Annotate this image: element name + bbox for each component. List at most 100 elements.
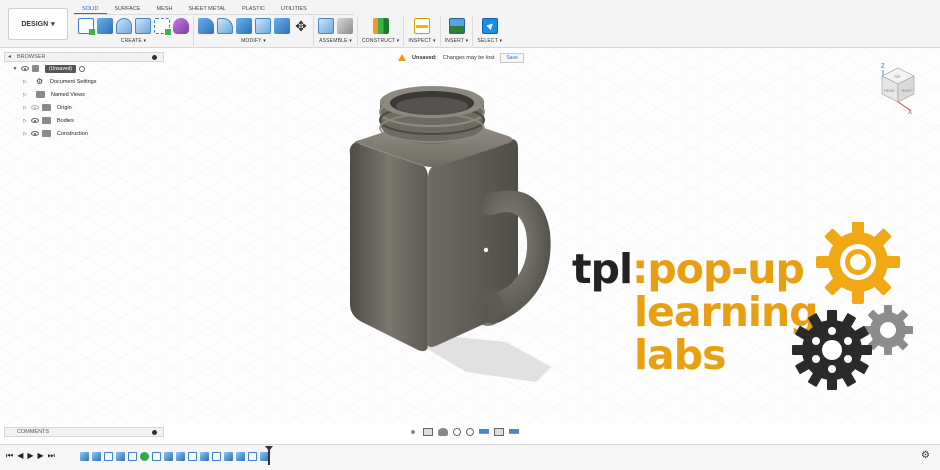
group-label-select[interactable]: SELECT ▾	[477, 38, 502, 44]
viewcube[interactable]: Z TOP FRONT RIGHT X	[874, 60, 922, 115]
visibility-eye-icon[interactable]	[31, 105, 39, 110]
rectangular-pattern-icon[interactable]	[154, 18, 171, 35]
group-label-modify[interactable]: MODIFY ▾	[241, 38, 266, 44]
browser-panel: ◂ BROWSER ▼ (Unsaved) ▷ ⚙ Document Setti…	[4, 52, 164, 144]
viewports-icon[interactable]	[509, 427, 519, 436]
group-select: SELECT ▾	[473, 16, 506, 46]
tab-utilities[interactable]: UTILITIES	[273, 4, 315, 14]
expand-right-icon[interactable]: ▷	[22, 92, 28, 98]
timeline-feature[interactable]	[200, 452, 209, 461]
timeline-feature[interactable]	[104, 452, 113, 461]
tpl-line1: pop-up	[647, 245, 804, 293]
expand-right-icon[interactable]: ▷	[22, 118, 28, 124]
shell-icon[interactable]	[255, 18, 271, 34]
activate-radio-icon[interactable]	[79, 65, 86, 72]
press-pull-icon[interactable]	[198, 18, 214, 34]
tpl-prefix: tpl	[572, 245, 633, 293]
extrude-icon[interactable]	[97, 18, 113, 34]
browser-header[interactable]: ◂ BROWSER	[4, 52, 164, 62]
tree-item-origin[interactable]: ▷ Origin	[4, 101, 164, 114]
timeline-feature[interactable]	[140, 452, 149, 461]
timeline-features	[80, 452, 269, 461]
visibility-eye-icon[interactable]	[31, 118, 39, 123]
revolve-icon[interactable]	[116, 18, 132, 34]
timeline-feature[interactable]	[224, 452, 233, 461]
group-inspect: INSPECT ▾	[404, 16, 441, 46]
timeline-feature[interactable]	[116, 452, 125, 461]
notice-message: Changes may be lost	[442, 54, 495, 61]
timeline-settings-gear-icon[interactable]: ⚙	[921, 450, 930, 461]
visibility-eye-icon[interactable]	[31, 131, 39, 136]
grid-settings-icon[interactable]	[494, 427, 504, 436]
expand-down-icon[interactable]: ▼	[12, 66, 18, 72]
timeline-feature[interactable]	[248, 452, 257, 461]
insert-image-icon[interactable]	[448, 18, 465, 34]
timeline-feature[interactable]	[164, 452, 173, 461]
viewcube-right-label: RIGHT	[902, 89, 912, 93]
tree-item-named-views[interactable]: ▷ Named Views	[4, 88, 164, 101]
workspace-switcher[interactable]: DESIGN ▾	[8, 8, 68, 40]
mug-3d-model[interactable]	[336, 82, 566, 392]
timeline-feature[interactable]	[80, 452, 89, 461]
timeline-feature[interactable]	[92, 452, 101, 461]
hole-icon[interactable]	[135, 18, 151, 34]
tree-item-bodies[interactable]: ▷ Bodies	[4, 114, 164, 127]
joint-icon[interactable]	[337, 18, 353, 34]
panel-options-icon[interactable]	[152, 430, 157, 435]
tree-item-document[interactable]: ▼ (Unsaved)	[4, 62, 164, 75]
look-at-icon[interactable]	[423, 427, 433, 436]
group-label-inspect[interactable]: INSPECT ▾	[408, 38, 435, 44]
expand-right-icon[interactable]: ▷	[22, 131, 28, 137]
offset-plane-icon[interactable]	[372, 18, 389, 34]
tab-solid[interactable]: SOLID	[74, 4, 107, 14]
orbit-icon[interactable]	[408, 427, 418, 436]
tree-item-construction[interactable]: ▷ Construction	[4, 127, 164, 140]
move-icon[interactable]: ✥	[293, 18, 309, 34]
fit-icon[interactable]	[466, 427, 474, 436]
form-icon[interactable]	[173, 18, 189, 34]
combine-icon[interactable]	[274, 18, 290, 34]
group-label-construct[interactable]: CONSTRUCT ▾	[362, 38, 399, 44]
timeline-feature[interactable]	[188, 452, 197, 461]
tab-mesh[interactable]: MESH	[149, 4, 181, 14]
measure-icon[interactable]	[414, 18, 431, 34]
viewcube-front-label: FRONT	[884, 89, 895, 93]
tree-item-document-settings[interactable]: ▷ ⚙ Document Settings	[4, 75, 164, 88]
timeline: ⏮ ◀ ▶ ▶ ⏭ ⚙	[0, 444, 940, 470]
display-settings-icon[interactable]	[479, 427, 489, 436]
previous-icon[interactable]: ◀	[17, 451, 23, 461]
first-icon[interactable]: ⏮	[6, 451, 13, 461]
select-cursor-icon[interactable]	[481, 18, 498, 34]
timeline-feature[interactable]	[152, 452, 161, 461]
tpl-logo: tpl:pop-up	[572, 245, 805, 293]
pan-icon[interactable]	[438, 427, 448, 436]
group-label-assemble[interactable]: ASSEMBLE ▾	[319, 38, 352, 44]
timeline-feature[interactable]	[128, 452, 137, 461]
workspace-label: DESIGN	[21, 20, 49, 28]
expand-right-icon[interactable]: ▷	[22, 105, 28, 111]
next-icon[interactable]: ▶	[38, 451, 44, 461]
new-component-icon[interactable]	[318, 18, 334, 34]
play-icon[interactable]: ▶	[27, 451, 33, 461]
timeline-marker[interactable]	[265, 446, 273, 465]
save-button[interactable]: Save	[500, 52, 524, 63]
panel-options-icon[interactable]	[152, 55, 157, 60]
visibility-eye-icon[interactable]	[21, 66, 29, 71]
last-icon[interactable]: ⏭	[48, 451, 55, 461]
fillet-icon[interactable]	[217, 18, 233, 34]
chamfer-icon[interactable]	[236, 18, 252, 34]
tab-plastic[interactable]: PLASTIC	[234, 4, 273, 14]
timeline-feature[interactable]	[212, 452, 221, 461]
tab-surface[interactable]: SURFACE	[107, 4, 149, 14]
group-label-create[interactable]: CREATE ▾	[121, 38, 146, 44]
expand-right-icon[interactable]: ▷	[22, 79, 28, 85]
timeline-feature[interactable]	[236, 452, 245, 461]
group-label-insert[interactable]: INSERT ▾	[445, 38, 469, 44]
create-sketch-icon[interactable]	[78, 18, 95, 35]
timeline-feature[interactable]	[176, 452, 185, 461]
comments-panel[interactable]: COMMENTS	[4, 427, 164, 437]
zoom-icon[interactable]	[453, 427, 461, 436]
chevron-down-icon: ▾	[51, 21, 55, 28]
tab-sheet-metal[interactable]: SHEET METAL	[180, 4, 234, 14]
collapse-icon[interactable]: ◂	[8, 53, 11, 61]
